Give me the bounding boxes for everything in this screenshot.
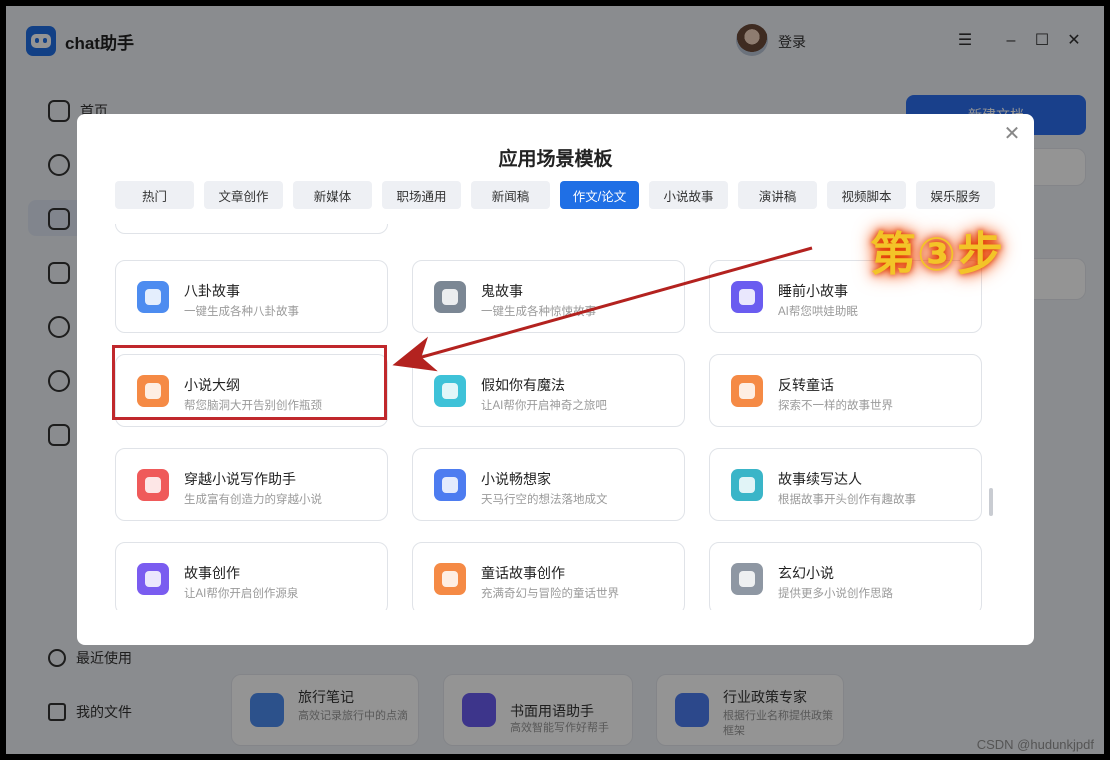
app-window: chat助手 登录 ☰ – ☐ ✕ 首页 最近使用 我的文件 新建文档 旅行笔记… <box>6 6 1104 754</box>
arrow-annotation <box>392 246 813 372</box>
watermark: CSDN @hudunkjpdf <box>976 737 1094 752</box>
step-label: 第③步 <box>870 227 1004 281</box>
